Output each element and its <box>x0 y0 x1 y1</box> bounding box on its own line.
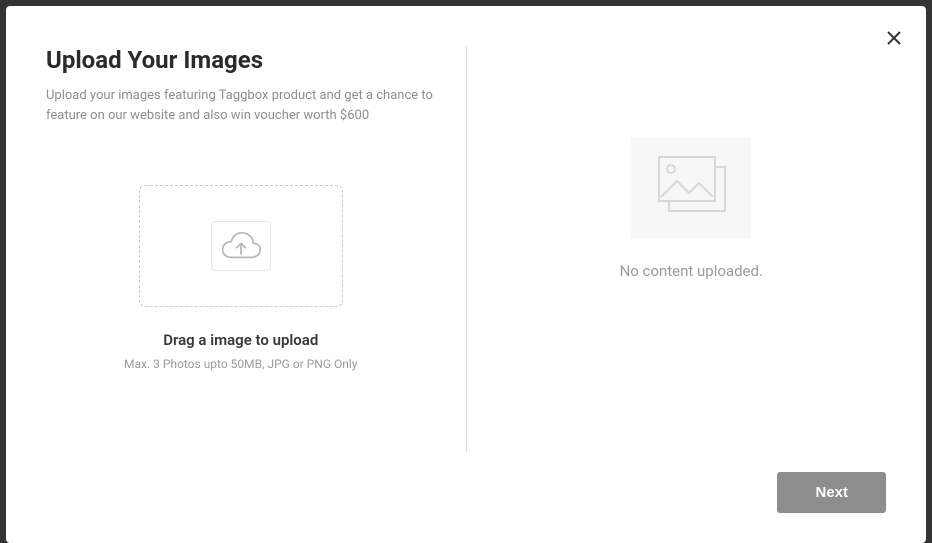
close-button[interactable] <box>882 26 906 50</box>
upload-dropzone[interactable] <box>139 185 343 307</box>
next-button[interactable]: Next <box>777 472 886 513</box>
dropzone-wrapper: Drag a image to upload Max. 3 Photos upt… <box>46 185 436 371</box>
cloud-upload-icon <box>220 231 262 261</box>
photos-placeholder-icon <box>649 153 733 223</box>
modal-content: Upload Your Images Upload your images fe… <box>6 6 926 472</box>
limits-label: Max. 3 Photos upto 50MB, JPG or PNG Only <box>124 357 357 371</box>
page-subtitle: Upload your images featuring Taggbox pro… <box>46 86 436 125</box>
page-title: Upload Your Images <box>46 46 436 74</box>
empty-state: No content uploaded. <box>620 138 763 280</box>
empty-icon-container <box>631 138 751 238</box>
upload-modal: Upload Your Images Upload your images fe… <box>6 6 926 543</box>
right-panel: No content uploaded. <box>467 46 887 452</box>
upload-icon-box <box>211 221 271 271</box>
drag-label: Drag a image to upload <box>163 331 318 349</box>
empty-label: No content uploaded. <box>620 262 763 280</box>
modal-footer: Next <box>6 472 926 543</box>
close-icon <box>886 30 902 46</box>
left-panel: Upload Your Images Upload your images fe… <box>46 46 466 452</box>
